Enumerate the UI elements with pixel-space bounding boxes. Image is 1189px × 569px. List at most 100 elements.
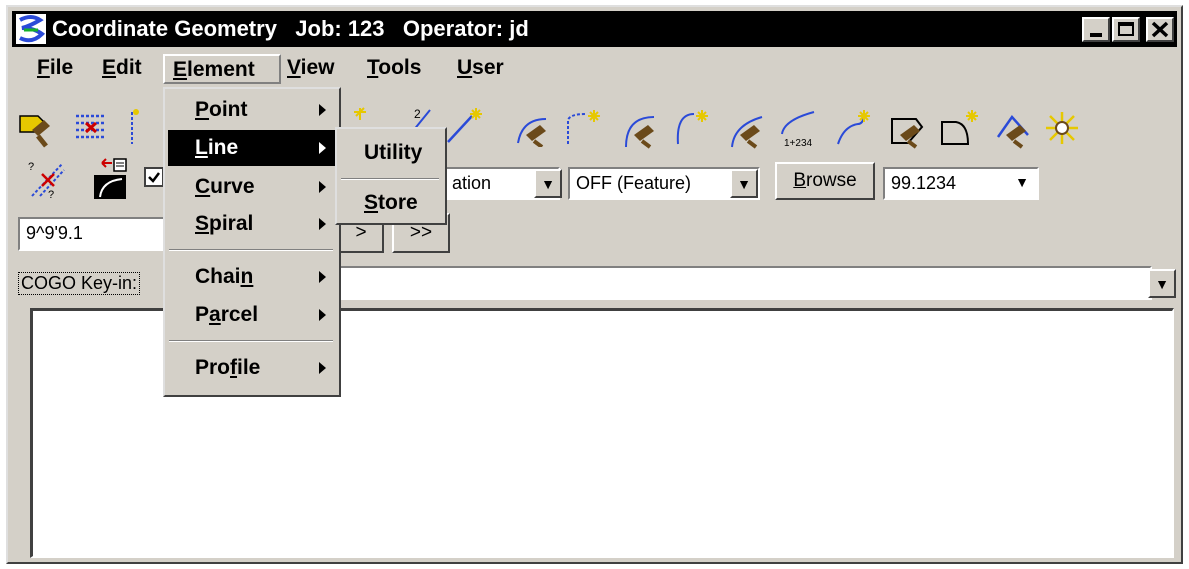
menu-file-label: ile <box>49 56 74 79</box>
curve-pi-icon[interactable] <box>622 111 662 149</box>
next-label: > <box>355 222 367 243</box>
menu-tools-label: ools <box>378 56 422 79</box>
menu-tools[interactable]: Tools <box>367 54 421 84</box>
menu-item-point-label: oint <box>209 98 248 121</box>
precision-dropdown-button[interactable]: ▼ <box>1008 169 1036 198</box>
menu-edit-label: dit <box>116 56 142 79</box>
precision-combo-value: 99.1234 <box>891 173 957 193</box>
svg-text:1+234: 1+234 <box>784 138 813 148</box>
curve-pc-icon[interactable] <box>672 108 712 148</box>
chevron-right-icon <box>319 271 326 283</box>
menu-item-line-mnemonic: L <box>195 136 208 159</box>
menu-element-label: lement <box>187 58 255 81</box>
menu-item-spiral-label: piral <box>209 212 254 235</box>
chevron-right-icon <box>319 362 326 374</box>
menu-user-label: ser <box>472 56 504 79</box>
menu-element[interactable]: Element <box>163 54 281 84</box>
angle-field[interactable]: 9^9'9.1 <box>18 217 174 251</box>
curve-dialog-icon[interactable] <box>92 157 132 201</box>
curve-store-icon[interactable] <box>564 108 604 148</box>
locate-point-icon[interactable] <box>16 110 56 150</box>
chain-locate-icon[interactable] <box>994 111 1034 149</box>
menu-item-curve-label: urve <box>210 175 255 198</box>
app-logo-icon <box>16 14 46 44</box>
menu-item-chain-mnemonic: n <box>240 265 254 288</box>
menu-element-mnemonic: E <box>173 58 188 81</box>
minimize-icon <box>1090 33 1102 37</box>
menu-user-mnemonic: U <box>457 56 473 79</box>
curve-locate-icon[interactable] <box>514 113 554 147</box>
menu-item-chain[interactable]: Chain <box>168 259 336 295</box>
browse-mnemonic: B <box>793 170 806 191</box>
submenu-item-store-label: tore <box>378 191 418 214</box>
menu-item-line-label: ine <box>207 136 239 159</box>
store-point-icon[interactable] <box>126 108 156 148</box>
menu-item-chain-pre: Chai <box>195 265 241 288</box>
cogo-window: Coordinate Geometry Job: 123 Operator: j… <box>6 5 1183 564</box>
list-points-icon[interactable] <box>72 110 112 150</box>
submenu-item-utility-label: Utility <box>364 141 423 164</box>
menu-item-curve-mnemonic: C <box>195 175 211 198</box>
submenu-item-store[interactable]: Store <box>340 185 442 221</box>
menu-separator <box>341 178 439 180</box>
submenu-item-utility[interactable]: Utility <box>340 135 442 171</box>
window-title: Coordinate Geometry Job: 123 Operator: j… <box>52 16 529 41</box>
spiral-icon[interactable] <box>728 111 768 149</box>
browse-label: rowse <box>806 170 857 191</box>
menu-item-point-mnemonic: P <box>195 98 210 121</box>
menu-item-parcel[interactable]: Parcel <box>168 297 336 333</box>
minimize-button[interactable] <box>1082 17 1110 42</box>
line-submenu: Utility Store <box>335 127 447 225</box>
chevron-right-icon <box>319 181 326 193</box>
menu-item-spiral[interactable]: Spiral <box>168 206 336 242</box>
spiral-station-icon[interactable]: 1+234 <box>778 108 822 148</box>
title-bar[interactable]: Coordinate Geometry Job: 123 Operator: j… <box>12 11 1177 47</box>
parcel-store-icon[interactable] <box>938 108 982 148</box>
menu-item-profile-pre: Pro <box>195 356 231 379</box>
menu-file-mnemonic: F <box>37 56 50 79</box>
chevron-down-icon: ▼ <box>1015 174 1029 190</box>
chevron-right-icon <box>319 309 326 321</box>
chevron-right-icon <box>319 142 326 154</box>
svg-text:2: 2 <box>414 107 421 121</box>
menu-item-parcel-label: rcel <box>220 303 259 326</box>
menu-item-profile[interactable]: Profile <box>168 350 336 386</box>
menu-item-line[interactable]: Line <box>168 130 336 166</box>
element-menu: Point Line Curve Spiral Chain Parcel Pro… <box>163 87 341 397</box>
menu-view[interactable]: View <box>287 54 335 84</box>
chain-star-icon[interactable] <box>1044 110 1080 146</box>
menu-item-spiral-mnemonic: S <box>195 212 210 235</box>
parcel-locate-icon[interactable] <box>888 111 928 149</box>
chevron-down-icon: ▼ <box>1155 276 1169 292</box>
browse-button[interactable]: Browse <box>775 162 875 200</box>
menu-item-point[interactable]: Point <box>168 92 336 128</box>
menu-view-label: iew <box>300 56 335 79</box>
intersect-icon[interactable]: ? ? <box>28 160 68 200</box>
keyin-label: COGO Key-in: <box>18 272 141 295</box>
maximize-button[interactable] <box>1112 17 1140 42</box>
spiral-store-icon[interactable] <box>834 108 874 148</box>
close-button[interactable] <box>1146 17 1174 42</box>
menu-item-curve[interactable]: Curve <box>168 169 336 205</box>
menu-item-profile-mnemonic: f <box>230 356 238 379</box>
menu-item-parcel-mnemonic: a <box>209 303 221 326</box>
maximize-icon <box>1118 22 1134 36</box>
svg-text:?: ? <box>48 189 54 200</box>
keyin-dropdown-button[interactable]: ▼ <box>1148 269 1176 298</box>
menu-item-profile-label: ile <box>237 356 261 379</box>
chevron-right-icon <box>319 104 326 116</box>
menu-edit[interactable]: Edit <box>102 54 142 84</box>
check-icon <box>148 172 160 183</box>
angle-field-value: 9^9'9.1 <box>26 223 83 243</box>
station-combo-value: ation <box>452 173 492 193</box>
chevron-down-icon: ▼ <box>541 176 555 192</box>
menu-tools-mnemonic: T <box>367 56 379 79</box>
menu-file[interactable]: File <box>37 54 73 84</box>
station-dropdown-button[interactable]: ▼ <box>534 169 562 198</box>
feature-dropdown-button[interactable]: ▼ <box>730 169 758 198</box>
checkbox[interactable] <box>144 167 164 187</box>
menu-separator <box>169 249 333 251</box>
line-store-icon[interactable] <box>444 106 484 146</box>
last-label: >> <box>409 222 433 243</box>
menu-user[interactable]: User <box>457 54 504 84</box>
